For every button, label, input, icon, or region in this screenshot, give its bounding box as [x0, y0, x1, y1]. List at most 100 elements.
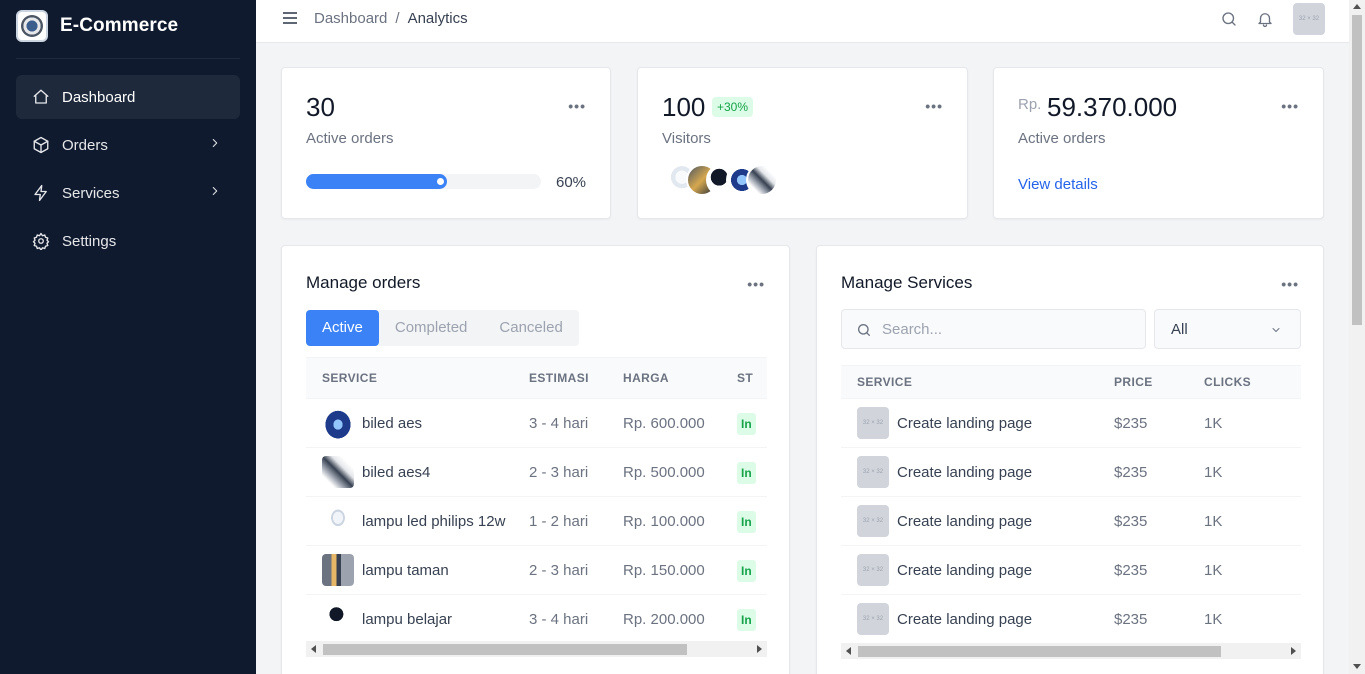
more-options-icon[interactable]: •••: [925, 98, 943, 114]
sidebar-nav: Dashboard Orders Services Settings: [16, 75, 240, 267]
progress-bar: [306, 174, 541, 189]
column-header: PRICE: [1114, 375, 1153, 389]
product-image: [322, 456, 354, 488]
table-row[interactable]: biled aes 3 - 4 hari Rp. 600.000 In: [306, 399, 767, 448]
sidebar-item-label: Dashboard: [62, 88, 136, 106]
sidebar-item-services[interactable]: Services: [16, 171, 240, 215]
stat-label: Active orders: [306, 130, 394, 147]
more-options-icon[interactable]: •••: [1281, 276, 1299, 292]
price: $235: [1114, 512, 1148, 530]
service-name: lampu belajar: [362, 610, 453, 628]
sidebar-item-dashboard[interactable]: Dashboard: [16, 75, 240, 119]
product-image: [322, 603, 354, 635]
breadcrumb-current: Analytics: [407, 10, 468, 27]
stat-value: 59.370.000: [1047, 92, 1178, 122]
avatar[interactable]: [746, 164, 778, 196]
order-tabs: Active Completed Canceled: [306, 310, 579, 346]
page-scrollbar[interactable]: [1349, 0, 1365, 674]
stat-label: Visitors: [662, 130, 711, 147]
visitor-avatars: [666, 164, 778, 196]
more-options-icon[interactable]: •••: [568, 98, 586, 114]
stat-value: 100: [662, 92, 706, 122]
status-badge: In: [737, 461, 756, 484]
stat-card-visitors: 100 +30% Visitors •••: [637, 67, 968, 219]
clicks: 1K: [1204, 512, 1223, 530]
status-badge: In: [737, 510, 756, 533]
table-row[interactable]: lampu taman 2 - 3 hari Rp. 150.000 In: [306, 546, 767, 595]
chevron-down-icon: [1272, 328, 1280, 332]
price: Rp. 600.000: [623, 414, 705, 432]
more-options-icon[interactable]: •••: [747, 276, 765, 292]
view-details-link[interactable]: View details: [1018, 176, 1098, 193]
more-options-icon[interactable]: •••: [1281, 98, 1299, 114]
breadcrumb-item[interactable]: Dashboard: [314, 10, 387, 27]
currency-label: Rp.: [1018, 96, 1042, 113]
table-header: SERVICE ESTIMASI HARGA ST: [306, 357, 767, 399]
table-row[interactable]: 32 × 32 Create landing page $235 1K: [841, 399, 1301, 448]
filter-value: All: [1171, 321, 1188, 338]
table-row[interactable]: 32 × 32 Create landing page $235 1K: [841, 595, 1301, 644]
table-row[interactable]: biled aes4 2 - 3 hari Rp. 500.000 In: [306, 448, 767, 497]
chevron-right-icon: [212, 138, 218, 148]
divider: [16, 58, 240, 59]
column-header: SERVICE: [857, 375, 913, 389]
estimate: 3 - 4 hari: [529, 610, 589, 628]
service-name: lampu led philips 12w: [362, 512, 506, 530]
filter-select[interactable]: All: [1154, 309, 1301, 349]
panel-title: Manage orders: [306, 273, 421, 292]
table-row[interactable]: 32 × 32 Create landing page $235 1K: [841, 448, 1301, 497]
product-image: [322, 554, 354, 586]
breadcrumb: Dashboard / Analytics: [314, 10, 468, 27]
bell-icon[interactable]: [1256, 10, 1274, 28]
status-badge: In: [737, 608, 756, 631]
status-badge: In: [737, 412, 756, 435]
sidebar-item-label: Services: [62, 184, 120, 202]
stat-card-revenue: Rp. 59.370.000 Active orders ••• View de…: [993, 67, 1324, 219]
column-header: SERVICE: [322, 371, 378, 385]
sidebar: E-Commerce Dashboard Orders Services Set…: [0, 0, 256, 674]
brand[interactable]: E-Commerce: [16, 10, 178, 42]
service-name: Create landing page: [897, 610, 1033, 628]
price: $235: [1114, 414, 1148, 432]
tab-active[interactable]: Active: [306, 310, 379, 346]
search-icon[interactable]: [1220, 10, 1238, 28]
orders-panel: Manage orders ••• Active Completed Cance…: [281, 245, 790, 674]
price: $235: [1114, 463, 1148, 481]
home-icon: [33, 89, 49, 104]
avatar[interactable]: 32 × 32: [1293, 3, 1325, 35]
table-scrollbar[interactable]: [841, 643, 1301, 659]
clicks: 1K: [1204, 561, 1223, 579]
clicks: 1K: [1204, 610, 1223, 628]
table-row[interactable]: 32 × 32 Create landing page $235 1K: [841, 546, 1301, 595]
service-thumbnail: 32 × 32: [857, 554, 889, 586]
sidebar-item-orders[interactable]: Orders: [16, 123, 240, 167]
app-name: E-Commerce: [60, 15, 179, 36]
service-name: Create landing page: [897, 463, 1033, 481]
column-header: CLICKS: [1204, 375, 1252, 389]
clicks: 1K: [1204, 463, 1223, 481]
search-field[interactable]: [841, 309, 1146, 349]
price: $235: [1114, 561, 1148, 579]
tab-completed[interactable]: Completed: [379, 310, 484, 346]
table-row[interactable]: lampu led philips 12w 1 - 2 hari Rp. 100…: [306, 497, 767, 546]
estimate: 2 - 3 hari: [529, 561, 589, 579]
service-thumbnail: 32 × 32: [857, 505, 889, 537]
menu-icon[interactable]: [282, 10, 298, 26]
sidebar-item-settings[interactable]: Settings: [16, 219, 240, 263]
tab-canceled[interactable]: Canceled: [483, 310, 578, 346]
growth-badge: +30%: [712, 97, 754, 117]
price: Rp. 150.000: [623, 561, 705, 579]
box-icon: [33, 136, 49, 154]
table-row[interactable]: lampu belajar 3 - 4 hari Rp. 200.000 In: [306, 595, 767, 644]
price: $235: [1114, 610, 1148, 628]
service-name: lampu taman: [362, 561, 449, 579]
column-header: ESTIMASI: [529, 371, 589, 385]
search-input[interactable]: [882, 318, 1132, 340]
product-image: [322, 505, 354, 537]
service-thumbnail: 32 × 32: [857, 407, 889, 439]
stat-card-orders: 30 Active orders ••• 60%: [281, 67, 611, 219]
estimate: 1 - 2 hari: [529, 512, 589, 530]
table-scrollbar[interactable]: [306, 641, 767, 657]
table-row[interactable]: 32 × 32 Create landing page $235 1K: [841, 497, 1301, 546]
brand-logo: [16, 10, 48, 42]
